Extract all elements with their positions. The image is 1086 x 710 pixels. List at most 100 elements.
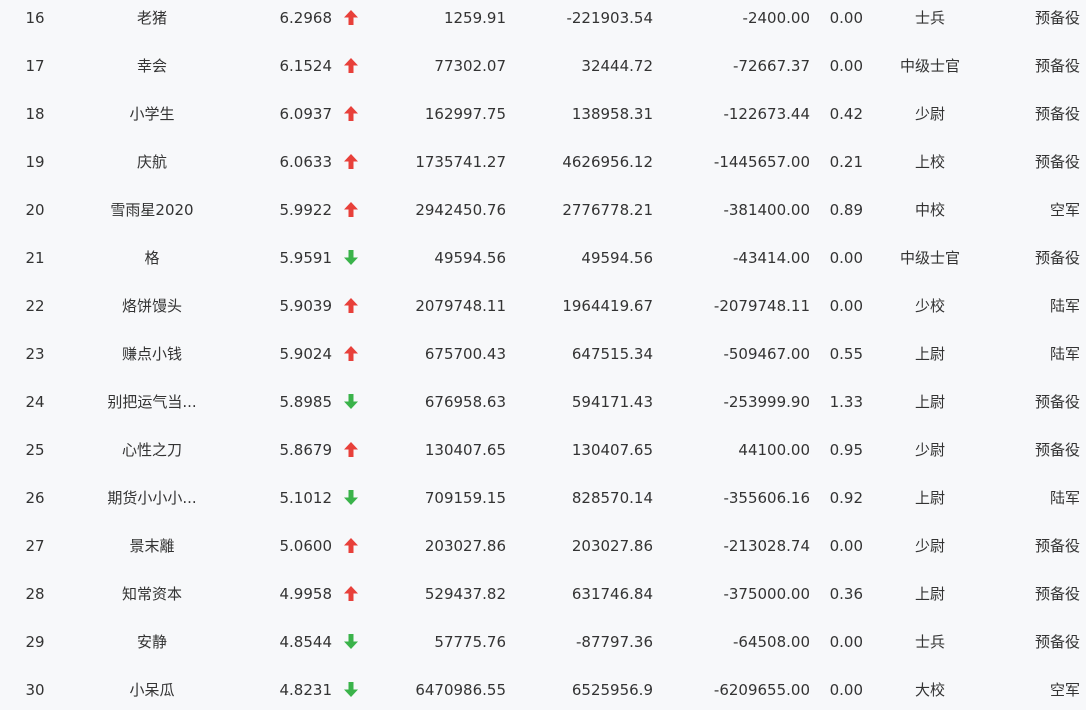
military-rank: 上尉 <box>914 345 945 363</box>
service-branch: 预备役 <box>1034 393 1080 411</box>
value-col-4: 0.55 <box>829 345 863 363</box>
rank-number: 18 <box>25 105 45 123</box>
rank-number: 21 <box>25 249 45 267</box>
rank-number: 22 <box>25 297 45 315</box>
user-name[interactable]: 老猪 <box>62 0 242 42</box>
score-value: 5.8679 <box>279 441 333 459</box>
value-col-2: 138958.31 <box>571 105 653 123</box>
value-col-2: 647515.34 <box>571 345 653 363</box>
value-col-1: 2942450.76 <box>415 201 506 219</box>
value-col-1: 6470986.55 <box>415 681 506 699</box>
rank-number: 19 <box>25 153 45 171</box>
user-name[interactable]: 心性之刀 <box>62 426 242 474</box>
military-rank: 上尉 <box>914 393 945 411</box>
value-col-3: -253999.90 <box>723 393 810 411</box>
value-col-1: 57775.76 <box>434 633 506 651</box>
service-branch: 预备役 <box>1034 153 1080 171</box>
table-row[interactable]: 23 赚点小钱 5.9024 675700.43 647515.34 -5094… <box>0 330 1086 378</box>
table-row[interactable]: 19 庆航 6.0633 1735741.27 4626956.12 -1445… <box>0 138 1086 186</box>
user-name[interactable]: 景末離 <box>62 522 242 570</box>
user-name[interactable]: 期货小小小... <box>62 474 242 522</box>
value-col-2: -87797.36 <box>576 633 653 651</box>
value-col-3: -2079748.11 <box>713 297 810 315</box>
military-rank: 中校 <box>914 201 945 219</box>
value-col-3: -6209655.00 <box>713 681 810 699</box>
user-name[interactable]: 小呆瓜 <box>62 666 242 710</box>
service-branch: 预备役 <box>1034 57 1080 75</box>
arrow-up-icon <box>342 522 360 570</box>
user-name[interactable]: 安静 <box>62 618 242 666</box>
value-col-4: 0.00 <box>829 9 863 27</box>
service-branch: 预备役 <box>1034 585 1080 603</box>
score-value: 5.9039 <box>279 297 333 315</box>
value-col-1: 1735741.27 <box>415 153 506 171</box>
service-branch: 预备役 <box>1034 9 1080 27</box>
value-col-1: 709159.15 <box>424 489 506 507</box>
value-col-3: -72667.37 <box>733 57 810 75</box>
value-col-2: 1964419.67 <box>562 297 653 315</box>
user-name[interactable]: 知常资本 <box>62 570 242 618</box>
table-row[interactable]: 29 安静 4.8544 57775.76 -87797.36 -64508.0… <box>0 618 1086 666</box>
table-row[interactable]: 22 烙饼馒头 5.9039 2079748.11 1964419.67 -20… <box>0 282 1086 330</box>
table-row[interactable]: 17 幸会 6.1524 77302.07 32444.72 -72667.37… <box>0 42 1086 90</box>
arrow-up-icon <box>342 426 360 474</box>
table-row[interactable]: 18 小学生 6.0937 162997.75 138958.31 -12267… <box>0 90 1086 138</box>
rank-number: 25 <box>25 441 45 459</box>
arrow-up-icon <box>342 138 360 186</box>
arrow-up-icon <box>342 570 360 618</box>
user-name[interactable]: 幸会 <box>62 42 242 90</box>
value-col-4: 0.00 <box>829 633 863 651</box>
user-name[interactable]: 别把运气当... <box>62 378 242 426</box>
arrow-up-icon <box>342 0 360 42</box>
military-rank: 少校 <box>914 297 945 315</box>
value-col-3: -355606.16 <box>723 489 810 507</box>
rank-number: 20 <box>25 201 45 219</box>
service-branch: 陆军 <box>1049 297 1080 315</box>
service-branch: 预备役 <box>1034 537 1080 555</box>
value-col-4: 0.42 <box>829 105 863 123</box>
table-row[interactable]: 20 雪雨星2020 5.9922 2942450.76 2776778.21 … <box>0 186 1086 234</box>
score-value: 6.0633 <box>279 153 333 171</box>
value-col-4: 0.36 <box>829 585 863 603</box>
table-row[interactable]: 21 格 5.9591 49594.56 49594.56 -43414.00 … <box>0 234 1086 282</box>
service-branch: 预备役 <box>1034 249 1080 267</box>
value-col-4: 0.00 <box>829 249 863 267</box>
arrow-up-icon <box>342 186 360 234</box>
military-rank: 上尉 <box>914 585 945 603</box>
value-col-3: -2400.00 <box>742 9 810 27</box>
value-col-2: 49594.56 <box>581 249 653 267</box>
user-name[interactable]: 格 <box>62 234 242 282</box>
user-name[interactable]: 赚点小钱 <box>62 330 242 378</box>
rank-number: 30 <box>25 681 45 699</box>
user-name[interactable]: 烙饼馒头 <box>62 282 242 330</box>
value-col-2: 130407.65 <box>571 441 653 459</box>
service-branch: 陆军 <box>1049 489 1080 507</box>
value-col-3: -1445657.00 <box>713 153 810 171</box>
value-col-4: 0.00 <box>829 537 863 555</box>
arrow-up-icon <box>342 42 360 90</box>
user-name[interactable]: 庆航 <box>62 138 242 186</box>
rank-number: 17 <box>25 57 45 75</box>
table-row[interactable]: 16 老猪 6.2968 1259.91 -221903.54 -2400.00… <box>0 0 1086 42</box>
score-value: 5.1012 <box>279 489 333 507</box>
table-row[interactable]: 30 小呆瓜 4.8231 6470986.55 6525956.9 -6209… <box>0 666 1086 710</box>
table-row[interactable]: 27 景末離 5.0600 203027.86 203027.86 -21302… <box>0 522 1086 570</box>
arrow-down-icon <box>342 666 360 710</box>
user-name[interactable]: 雪雨星2020 <box>62 186 242 234</box>
score-value: 4.9958 <box>279 585 333 603</box>
table-row[interactable]: 28 知常资本 4.9958 529437.82 631746.84 -3750… <box>0 570 1086 618</box>
table-row[interactable]: 24 别把运气当... 5.8985 676958.63 594171.43 -… <box>0 378 1086 426</box>
military-rank: 少尉 <box>914 441 945 459</box>
military-rank: 中级士官 <box>899 57 960 75</box>
value-col-1: 2079748.11 <box>415 297 506 315</box>
value-col-4: 0.21 <box>829 153 863 171</box>
military-rank: 少尉 <box>914 537 945 555</box>
table-row[interactable]: 25 心性之刀 5.8679 130407.65 130407.65 44100… <box>0 426 1086 474</box>
user-name[interactable]: 小学生 <box>62 90 242 138</box>
table-row[interactable]: 26 期货小小小... 5.1012 709159.15 828570.14 -… <box>0 474 1086 522</box>
military-rank: 少尉 <box>914 105 945 123</box>
value-col-1: 130407.65 <box>424 441 506 459</box>
value-col-1: 529437.82 <box>424 585 506 603</box>
military-rank: 上尉 <box>914 489 945 507</box>
rank-number: 23 <box>25 345 45 363</box>
